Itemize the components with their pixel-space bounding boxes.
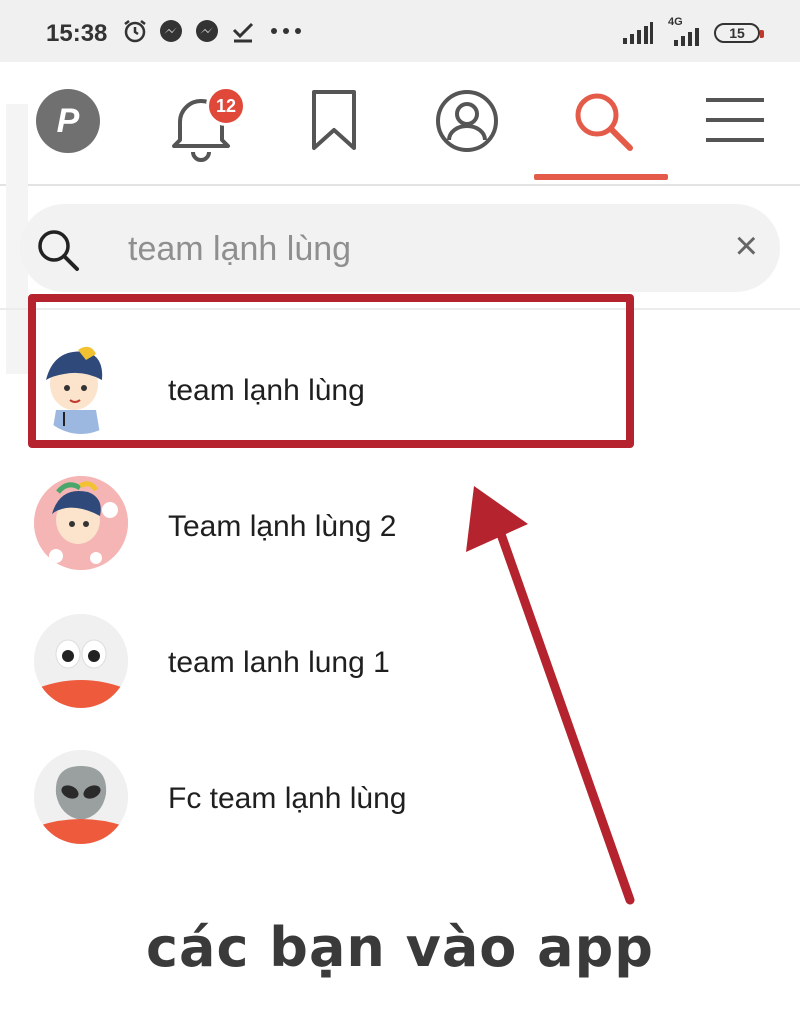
search-bar[interactable]: × xyxy=(20,204,780,292)
menu-hamburger-icon[interactable] xyxy=(706,96,766,144)
messenger-icon-2 xyxy=(196,20,218,42)
boy-cartoon-pink-avatar xyxy=(34,476,128,570)
signal-4g: 4G xyxy=(664,16,704,46)
signal-icon xyxy=(623,22,653,44)
annotation-arrow xyxy=(466,486,635,905)
active-tab-indicator xyxy=(534,174,668,180)
alien-face-avatar xyxy=(34,750,128,844)
alarm-icon xyxy=(124,20,146,43)
bookmark-icon[interactable] xyxy=(308,88,360,152)
battery-indicator: 15 xyxy=(714,23,764,43)
clear-search-button[interactable]: × xyxy=(735,224,758,268)
result-item[interactable]: Fc team lạnh lùng xyxy=(0,736,800,856)
result-item[interactable]: Team lạnh lùng 2 xyxy=(0,464,800,584)
signal-4g-icon xyxy=(674,28,699,46)
download-done-icon xyxy=(232,22,254,43)
notification-count: 12 xyxy=(215,95,237,116)
notification-count-badge: 12 xyxy=(206,86,246,126)
messenger-icon xyxy=(160,20,182,42)
highlight-annotation-box xyxy=(28,294,634,448)
profile-avatar[interactable]: P xyxy=(36,89,100,153)
top-navigation: P 12 xyxy=(0,62,800,186)
status-notification-icons xyxy=(122,18,306,44)
search-tab-icon[interactable] xyxy=(570,88,636,154)
result-label: Team lạnh lùng 2 xyxy=(168,510,397,543)
status-time: 15:38 xyxy=(46,20,108,47)
result-label: team lanh lung 1 xyxy=(168,646,390,679)
annotation-caption: các bạn vào app xyxy=(146,916,654,979)
eyes-face-avatar xyxy=(34,614,128,708)
result-item[interactable]: team lanh lung 1 xyxy=(0,600,800,720)
profile-circle-icon[interactable] xyxy=(434,88,500,154)
search-icon xyxy=(38,230,79,271)
status-right-icons: 4G 15 xyxy=(622,16,764,46)
search-input[interactable] xyxy=(126,224,690,274)
result-label: Fc team lạnh lùng xyxy=(168,782,407,815)
avatar-letter: P xyxy=(56,101,80,140)
more-dots-icon xyxy=(271,28,301,34)
status-bar: 15:38 4G 15 xyxy=(0,0,800,62)
battery-level: 15 xyxy=(729,25,745,41)
